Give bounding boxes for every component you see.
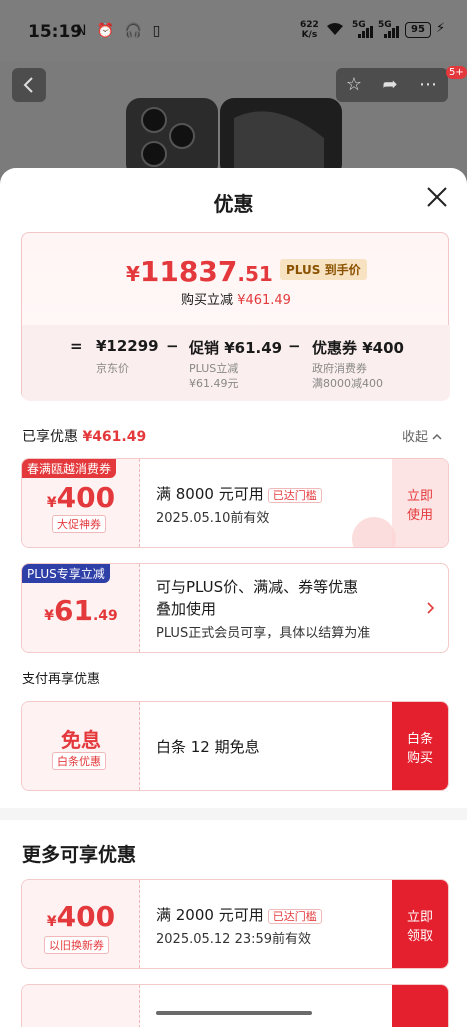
- product-header: ☆ ➦ ⋯ 5+: [0, 62, 467, 178]
- network-speed: 622 K/s: [300, 20, 319, 40]
- chevron-left-icon: [23, 77, 33, 93]
- coupon-expiry: 2025.05.12 23:59前有效: [156, 932, 312, 947]
- interest-free-label: 免息: [61, 728, 101, 752]
- section-divider: [0, 808, 467, 820]
- plus-price-tag: PLUS 到手价: [280, 259, 367, 280]
- coupon-card-tradein: ¥400 以旧换新券 满 2000 元可用 已达门槛 2025.05.12 23:…: [21, 879, 449, 969]
- promo-sub: ¥61.49元: [189, 377, 239, 390]
- more-offers-title: 更多可享优惠: [22, 844, 137, 866]
- coupon-condition: 满 2000 元可用 已达门槛: [156, 904, 322, 925]
- coupon-label: 政府消费券: [312, 362, 367, 375]
- baitiao-tag: 白条优惠: [52, 752, 106, 770]
- close-button[interactable]: [424, 186, 450, 212]
- close-icon: [427, 187, 447, 207]
- home-indicator[interactable]: [156, 1011, 312, 1015]
- price-breakdown: = ¥12299 京东价 − 促销 ¥61.49 PLUS立减 ¥61.49元 …: [22, 325, 450, 401]
- coupon-amount: ¥400: [46, 481, 116, 514]
- coupon-amount: ¥61.49: [44, 594, 118, 627]
- header-actions: ☆ ➦ ⋯: [336, 68, 448, 102]
- status-time: 15:19: [28, 22, 83, 42]
- coupon-corner-tag: 春满瓯越消费券: [22, 459, 117, 478]
- price-summary-card: ¥11837.51 PLUS 到手价 购买立减 ¥461.49 = ¥12299…: [21, 232, 450, 401]
- coupon-card-plus[interactable]: PLUS专享立减 ¥61.49 可与PLUS价、满减、券等优惠 叠加使用 PLU…: [21, 563, 449, 653]
- minus-sign: −: [288, 337, 301, 355]
- pay-section-title: 支付再享优惠: [22, 672, 101, 687]
- next-action-button[interactable]: [392, 985, 448, 1027]
- coupon-line-3: PLUS正式会员可享，具体以结算为准: [156, 626, 371, 641]
- minus-sign: −: [166, 337, 179, 355]
- charging-icon: ⚡: [436, 21, 446, 36]
- back-button[interactable]: [12, 68, 46, 102]
- signal-icon: [358, 26, 374, 38]
- favorite-star-icon[interactable]: ☆: [340, 74, 368, 95]
- chevron-right-icon: [427, 602, 434, 614]
- total-reduction: 购买立减 ¥461.49: [181, 293, 291, 308]
- more-icon[interactable]: ⋯: [414, 74, 442, 95]
- discount-sheet: 优惠 ¥11837.51 PLUS 到手价 购买立减 ¥461.49 = ¥12…: [0, 168, 467, 1027]
- signal-icon: [384, 26, 400, 38]
- received-stamp: [352, 517, 396, 547]
- use-now-button[interactable]: 立即 使用: [392, 459, 448, 547]
- sheet-title: 优惠: [213, 192, 254, 216]
- final-price: ¥11837.51: [126, 255, 273, 288]
- status-left-icons: N ⏰ 🎧 ▯: [76, 23, 164, 39]
- coupon-sub: 满8000减400: [312, 377, 383, 390]
- status-bar: 15:19 N ⏰ 🎧 ▯ 622 K/s 5G 5G 95 ⚡: [0, 0, 467, 62]
- enjoyed-discount: 已享优惠 ¥461.49: [22, 429, 147, 445]
- base-price-label: 京东价: [96, 362, 129, 375]
- wifi-icon: [326, 22, 344, 40]
- coupon-amount: ¥400: [46, 900, 116, 933]
- product-image: [126, 98, 342, 178]
- coupon-card-consumption: 春满瓯越消费券 ¥400 大促神券 满 8000 元可用 已达门槛 2025.05…: [21, 458, 449, 548]
- coupon-left: [22, 985, 140, 1027]
- coupon-corner-tag: PLUS专享立减: [22, 564, 110, 583]
- coupon-expiry: 2025.05.10前有效: [156, 511, 270, 526]
- base-price-value: ¥12299: [96, 337, 159, 355]
- equals-sign: =: [70, 337, 83, 355]
- coupon-line-2: 叠加使用: [156, 600, 217, 618]
- battery-icon: 95: [405, 22, 431, 38]
- coupon-condition: 满 8000 元可用 已达门槛: [156, 483, 322, 504]
- share-icon[interactable]: ➦: [376, 74, 404, 95]
- baitiao-buy-button[interactable]: 白条 购买: [392, 702, 448, 790]
- claim-now-button[interactable]: 立即 领取: [392, 880, 448, 968]
- promo-label: PLUS立减: [189, 362, 239, 375]
- collapse-toggle[interactable]: 收起: [402, 426, 442, 445]
- coupon-tag: 以旧换新券: [44, 936, 109, 954]
- coupon-value: 优惠券 ¥400: [312, 339, 404, 357]
- baitiao-desc: 白条 12 期免息: [156, 738, 260, 756]
- chevron-up-icon: [432, 433, 442, 440]
- message-badge: 5+: [446, 66, 467, 79]
- coupon-card-next: [21, 984, 449, 1027]
- promo-value: 促销 ¥61.49: [189, 339, 283, 357]
- coupon-tag: 大促神券: [52, 515, 106, 533]
- coupon-line-1: 可与PLUS价、满减、券等优惠: [156, 578, 359, 596]
- baitiao-offer-card: 免息 白条优惠 白条 12 期免息 白条 购买: [21, 701, 449, 791]
